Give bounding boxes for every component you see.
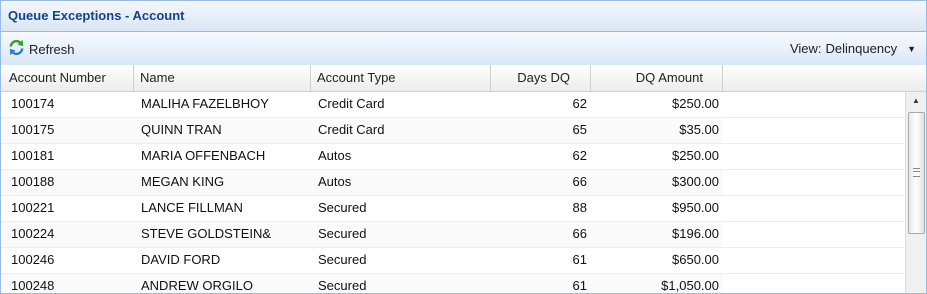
row-filler xyxy=(723,144,904,169)
cell-account-type: Secured xyxy=(318,252,367,267)
panel-title: Queue Exceptions - Account xyxy=(1,1,926,32)
cell-account-number: 100224 xyxy=(11,226,55,241)
row-filler xyxy=(723,196,904,221)
cell-dq-amount: $950.00 xyxy=(672,200,719,215)
row-filler xyxy=(723,248,904,273)
cell-account-number: 100175 xyxy=(11,122,55,137)
table-row[interactable]: 100181 MARIA OFFENBACH Autos 62 $250.00 xyxy=(1,144,904,170)
cell-name: MALIHA FAZELBHOY xyxy=(141,96,269,111)
cell-dq-amount: $250.00 xyxy=(672,148,719,163)
view-selector[interactable]: View: Delinquency ▼ xyxy=(790,41,916,56)
scroll-thumb[interactable] xyxy=(908,112,925,234)
row-filler xyxy=(723,118,904,143)
cell-account-type: Credit Card xyxy=(318,96,385,111)
column-header-dq-amount[interactable]: DQ Amount xyxy=(591,65,723,91)
cell-days-dq: 66 xyxy=(572,174,587,189)
cell-days-dq: 61 xyxy=(572,278,587,293)
column-header-days-dq[interactable]: Days DQ xyxy=(491,65,591,91)
column-header-account-number[interactable]: Account Number xyxy=(1,65,134,91)
cell-days-dq: 66 xyxy=(572,226,587,241)
grip-icon xyxy=(913,168,920,177)
cell-account-type: Autos xyxy=(318,174,352,189)
cell-account-number: 100221 xyxy=(11,200,55,215)
cell-account-type: Credit Card xyxy=(318,122,385,137)
table-row[interactable]: 100188 MEGAN KING Autos 66 $300.00 xyxy=(1,170,904,196)
cell-name: STEVE GOLDSTEIN& xyxy=(141,226,272,241)
queue-exceptions-panel: Queue Exceptions - Account Refresh View:… xyxy=(0,0,927,294)
cell-account-number: 100188 xyxy=(11,174,55,189)
table-row[interactable]: 100246 DAVID FORD Secured 61 $650.00 xyxy=(1,248,904,274)
cell-days-dq: 62 xyxy=(572,96,587,111)
column-header-name[interactable]: Name xyxy=(134,65,311,91)
grid-header: Account Number Name Account Type Days DQ… xyxy=(1,65,926,92)
cell-dq-amount: $35.00 xyxy=(679,122,719,137)
view-label: View: xyxy=(789,41,822,56)
row-filler xyxy=(723,274,904,293)
cell-account-type: Autos xyxy=(318,148,352,163)
table-row[interactable]: 100224 STEVE GOLDSTEIN& Secured 66 $196.… xyxy=(1,222,904,248)
cell-days-dq: 62 xyxy=(572,148,587,163)
cell-name: DAVID FORD xyxy=(141,252,221,267)
cell-days-dq: 88 xyxy=(572,200,587,215)
cell-account-type: Secured xyxy=(318,200,367,215)
cell-days-dq: 61 xyxy=(572,252,587,267)
table-row[interactable]: 100174 MALIHA FAZELBHOY Credit Card 62 $… xyxy=(1,92,904,118)
cell-name: ANDREW ORGILO xyxy=(141,278,253,293)
cell-account-type: Secured xyxy=(318,278,367,293)
table-row[interactable]: 100175 QUINN TRAN Credit Card 65 $35.00 xyxy=(1,118,904,144)
cell-dq-amount: $300.00 xyxy=(672,174,719,189)
cell-name: QUINN TRAN xyxy=(141,122,222,137)
cell-account-number: 100248 xyxy=(11,278,55,293)
cell-dq-amount: $650.00 xyxy=(672,252,719,267)
cell-name: MEGAN KING xyxy=(141,174,225,189)
row-filler xyxy=(723,170,904,195)
cell-account-number: 100246 xyxy=(11,252,55,267)
toolbar: Refresh View: Delinquency ▼ xyxy=(1,32,926,66)
row-filler xyxy=(723,222,904,247)
cell-dq-amount: $250.00 xyxy=(672,96,719,111)
column-header-filler xyxy=(723,65,926,91)
refresh-icon xyxy=(7,38,26,60)
cell-account-type: Secured xyxy=(318,226,367,241)
row-filler xyxy=(723,92,904,117)
cell-dq-amount: $1,050.00 xyxy=(661,278,719,293)
grid-body: 100174 MALIHA FAZELBHOY Credit Card 62 $… xyxy=(1,92,904,293)
cell-account-number: 100181 xyxy=(11,148,55,163)
table-row[interactable]: 100248 ANDREW ORGILO Secured 61 $1,050.0… xyxy=(1,274,904,293)
arrow-up-icon[interactable]: ▲ xyxy=(906,94,926,108)
table-row[interactable]: 100221 LANCE FILLMAN Secured 88 $950.00 xyxy=(1,196,904,222)
refresh-label: Refresh xyxy=(29,41,75,57)
chevron-down-icon: ▼ xyxy=(907,43,916,54)
vertical-scrollbar[interactable]: ▲ xyxy=(905,92,926,293)
view-value: Delinquency xyxy=(825,41,898,56)
column-header-account-type[interactable]: Account Type xyxy=(311,65,491,91)
cell-dq-amount: $196.00 xyxy=(672,226,719,241)
cell-name: LANCE FILLMAN xyxy=(141,200,243,215)
cell-account-number: 100174 xyxy=(11,96,55,111)
refresh-button[interactable]: Refresh xyxy=(7,39,75,59)
cell-days-dq: 65 xyxy=(572,122,587,137)
cell-name: MARIA OFFENBACH xyxy=(141,148,266,163)
